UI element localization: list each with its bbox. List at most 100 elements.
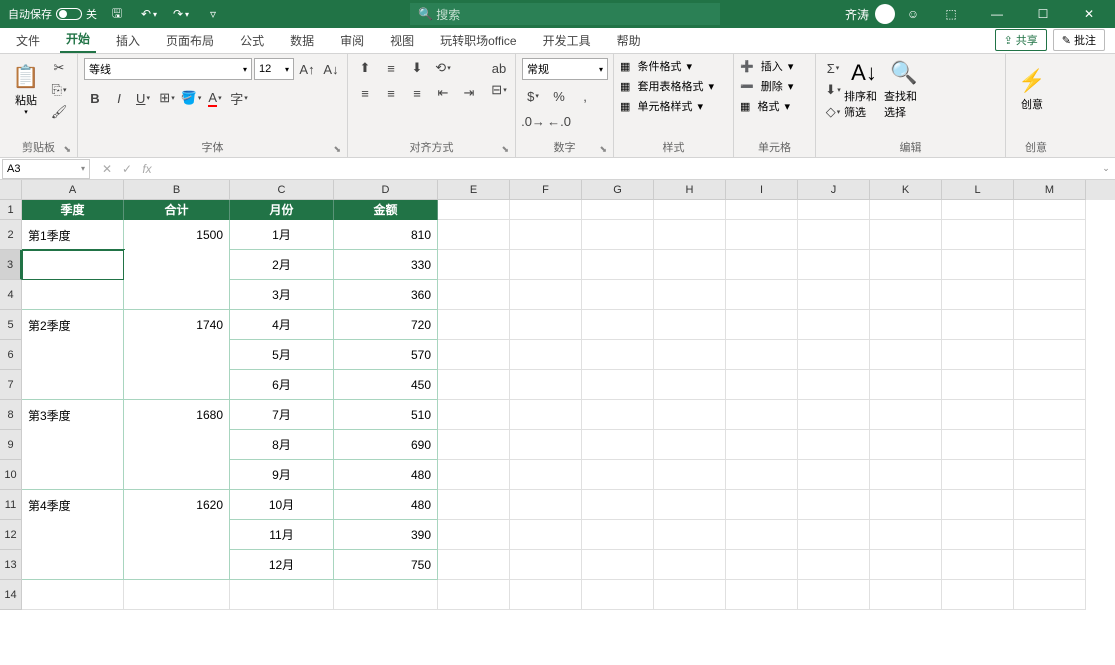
format-painter-icon[interactable]: 🖌 [48, 102, 70, 122]
enter-formula-icon[interactable]: ✓ [118, 162, 136, 176]
cell[interactable] [582, 220, 654, 250]
phonetic-button[interactable]: 字 [228, 88, 250, 108]
row-header-11[interactable]: 11 [0, 490, 22, 520]
cell[interactable] [1014, 200, 1086, 220]
increase-font-icon[interactable]: A↑ [296, 59, 318, 79]
tab-custom[interactable]: 玩转职场office [434, 28, 522, 53]
cell[interactable] [510, 340, 582, 370]
cell[interactable]: 1620 [124, 490, 230, 520]
conditional-format-button[interactable]: ▦ 条件格式 ▾ [620, 58, 692, 74]
cell[interactable] [510, 400, 582, 430]
cell[interactable] [582, 400, 654, 430]
cell[interactable] [438, 370, 510, 400]
cell[interactable] [798, 550, 870, 580]
col-header-L[interactable]: L [942, 180, 1014, 200]
autosum-button[interactable]: Σ [822, 58, 844, 78]
cell[interactable] [726, 580, 798, 610]
row-header-13[interactable]: 13 [0, 550, 22, 580]
cell[interactable] [942, 370, 1014, 400]
cell[interactable] [124, 460, 230, 490]
cell[interactable] [1014, 310, 1086, 340]
cell[interactable] [726, 550, 798, 580]
col-header-M[interactable]: M [1014, 180, 1086, 200]
comma-icon[interactable]: , [574, 86, 596, 106]
currency-icon[interactable]: $ [522, 86, 544, 106]
cell[interactable] [1014, 430, 1086, 460]
cell[interactable] [1014, 400, 1086, 430]
cell[interactable]: 1740 [124, 310, 230, 340]
cell[interactable] [510, 200, 582, 220]
bold-button[interactable]: B [84, 88, 106, 108]
cell[interactable] [582, 310, 654, 340]
cell[interactable] [726, 430, 798, 460]
align-left-icon[interactable]: ≡ [354, 83, 376, 103]
cell[interactable] [1014, 550, 1086, 580]
cell[interactable]: 第1季度 [22, 220, 124, 250]
cell[interactable] [22, 580, 124, 610]
tab-data[interactable]: 数据 [284, 28, 320, 53]
cell[interactable]: 390 [334, 520, 438, 550]
tab-help[interactable]: 帮助 [611, 28, 647, 53]
percent-icon[interactable]: % [548, 86, 570, 106]
cell[interactable] [654, 490, 726, 520]
align-center-icon[interactable]: ≡ [380, 83, 402, 103]
tab-layout[interactable]: 页面布局 [160, 28, 220, 53]
cell[interactable]: 570 [334, 340, 438, 370]
cell[interactable] [124, 520, 230, 550]
cell[interactable]: 1500 [124, 220, 230, 250]
cell[interactable] [654, 580, 726, 610]
row-header-9[interactable]: 9 [0, 430, 22, 460]
cell[interactable] [230, 580, 334, 610]
cell[interactable] [438, 340, 510, 370]
formula-input[interactable] [162, 159, 1097, 179]
cell[interactable] [870, 550, 942, 580]
fx-icon[interactable]: fx [138, 162, 156, 176]
row-header-12[interactable]: 12 [0, 520, 22, 550]
clear-button[interactable]: ◇ [822, 102, 844, 122]
ribbon-mode-icon[interactable]: ⬚ [931, 0, 971, 28]
col-header-I[interactable]: I [726, 180, 798, 200]
cell[interactable] [870, 580, 942, 610]
row-header-8[interactable]: 8 [0, 400, 22, 430]
cell[interactable] [582, 280, 654, 310]
cell[interactable] [798, 460, 870, 490]
cell[interactable] [510, 520, 582, 550]
sort-filter-button[interactable]: A↓排序和筛选 [844, 58, 884, 122]
cell[interactable] [870, 310, 942, 340]
cell[interactable] [438, 280, 510, 310]
cancel-formula-icon[interactable]: ✕ [98, 162, 116, 176]
cell[interactable] [726, 400, 798, 430]
align-launcher[interactable]: ⬊ [501, 144, 509, 155]
cell[interactable]: 480 [334, 460, 438, 490]
cell[interactable] [22, 370, 124, 400]
header-cell[interactable]: 金额 [334, 200, 438, 220]
cell[interactable] [510, 250, 582, 280]
cell[interactable] [654, 220, 726, 250]
maximize-button[interactable]: ☐ [1023, 0, 1063, 28]
tab-formulas[interactable]: 公式 [234, 28, 270, 53]
cell[interactable] [582, 200, 654, 220]
cell[interactable] [510, 310, 582, 340]
increase-decimal-icon[interactable]: .0→ [522, 111, 544, 131]
cell[interactable] [870, 490, 942, 520]
cell[interactable]: 810 [334, 220, 438, 250]
cell[interactable] [22, 280, 124, 310]
cell[interactable] [582, 250, 654, 280]
cell[interactable] [798, 200, 870, 220]
cell[interactable] [22, 340, 124, 370]
cell[interactable] [1014, 340, 1086, 370]
cell[interactable] [654, 280, 726, 310]
cell[interactable] [1014, 370, 1086, 400]
cell[interactable] [438, 490, 510, 520]
cell[interactable]: 10月 [230, 490, 334, 520]
cell[interactable] [1014, 220, 1086, 250]
cell[interactable] [654, 520, 726, 550]
col-header-E[interactable]: E [438, 180, 510, 200]
cell[interactable] [726, 520, 798, 550]
cell[interactable] [124, 280, 230, 310]
cell[interactable] [654, 400, 726, 430]
user-name[interactable]: 齐涛 [845, 6, 869, 23]
cell[interactable] [870, 370, 942, 400]
cell[interactable] [438, 550, 510, 580]
cell[interactable] [582, 370, 654, 400]
